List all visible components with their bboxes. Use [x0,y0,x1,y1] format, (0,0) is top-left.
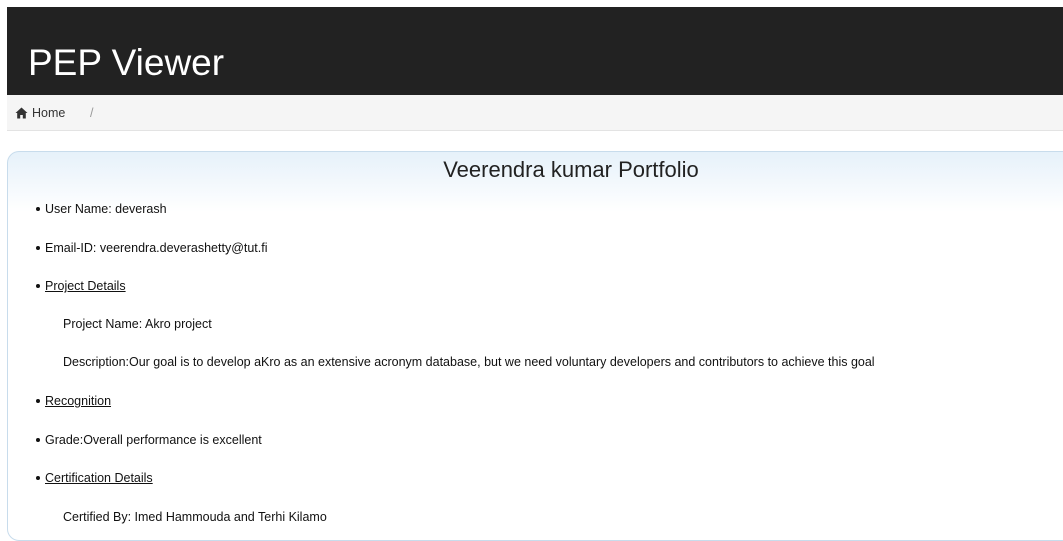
portfolio-title: Veerendra kumar Portfolio [443,157,699,182]
user-name: User Name: deverash [45,202,167,216]
project-details-link[interactable]: Project Details [45,278,126,294]
list-bullet [36,476,40,480]
list-bullet [36,246,40,250]
portfolio-panel: Veerendra kumar Portfolio User Name: dev… [7,151,1063,541]
recognition-link[interactable]: Recognition [45,393,111,409]
app-title[interactable]: PEP Viewer [28,42,224,84]
email-id: Email-ID: veerendra.deverashetty@tut.fi [45,241,268,255]
project-description: Description:Our goal is to develop aKro … [63,355,875,369]
list-bullet [36,438,40,442]
home-icon [15,107,28,119]
list-bullet [36,284,40,288]
breadcrumb-home-label: Home [32,106,66,120]
project-name: Project Name: Akro project [63,317,212,331]
navbar: PEP Viewer [7,7,1063,95]
certification-details-link[interactable]: Certification Details [45,470,153,486]
list-bullet [36,207,40,211]
breadcrumb: Home / [7,95,1063,131]
list-bullet [36,399,40,403]
grade: Grade:Overall performance is excellent [45,433,262,447]
breadcrumb-home-link[interactable]: Home [15,106,65,120]
certified-by: Certified By: Imed Hammouda and Terhi Ki… [63,510,327,524]
breadcrumb-separator: / [90,106,94,120]
